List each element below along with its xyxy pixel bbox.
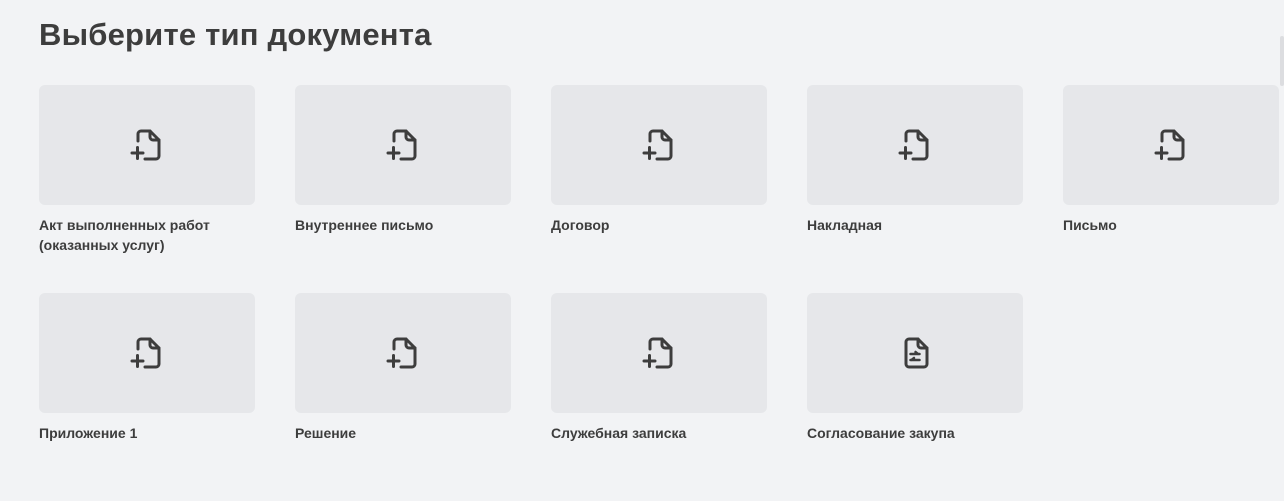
document-type-tile[interactable] bbox=[807, 85, 1023, 205]
document-type-label: Договор bbox=[551, 217, 610, 233]
file-plus-icon bbox=[130, 337, 161, 369]
document-type-tile[interactable] bbox=[295, 293, 511, 413]
document-type-grid: Акт выполненных работ (оказанных услуг) … bbox=[39, 85, 1279, 501]
document-type-tile[interactable] bbox=[551, 293, 767, 413]
file-plus-icon bbox=[898, 129, 929, 161]
document-type-label: Решение bbox=[295, 425, 357, 441]
document-type-card-appendix[interactable]: Приложение 1 bbox=[39, 293, 255, 501]
document-type-card-memo[interactable]: Служебная записка bbox=[551, 293, 767, 501]
document-type-card-letter[interactable]: Письмо bbox=[1063, 85, 1279, 293]
scrollbar[interactable] bbox=[1280, 36, 1284, 86]
document-type-tile[interactable] bbox=[39, 293, 255, 413]
document-type-label: Письмо bbox=[1063, 217, 1117, 233]
document-type-tile[interactable] bbox=[1063, 85, 1279, 205]
document-type-label: Согласование закупа bbox=[807, 425, 955, 441]
file-plus-icon bbox=[386, 129, 417, 161]
page-title: Выберите тип документа bbox=[39, 17, 432, 52]
document-type-card-contract[interactable]: Договор bbox=[551, 85, 767, 293]
file-settings-icon bbox=[904, 337, 929, 369]
file-plus-icon bbox=[386, 337, 417, 369]
document-type-card-purchase-approval[interactable]: Согласование закупа bbox=[807, 293, 1023, 501]
file-plus-icon bbox=[642, 129, 673, 161]
document-type-label: Накладная bbox=[807, 217, 883, 233]
document-type-card-act[interactable]: Акт выполненных работ (оказанных услуг) bbox=[39, 85, 255, 293]
document-type-card-decision[interactable]: Решение bbox=[295, 293, 511, 501]
file-plus-icon bbox=[130, 129, 161, 161]
file-plus-icon bbox=[1154, 129, 1185, 161]
document-type-label: Служебная записка bbox=[551, 425, 687, 441]
document-type-card-internal-letter[interactable]: Внутреннее письмо bbox=[295, 85, 511, 293]
document-type-tile[interactable] bbox=[807, 293, 1023, 413]
document-type-label: Внутреннее письмо bbox=[295, 217, 434, 233]
file-plus-icon bbox=[642, 337, 673, 369]
document-type-tile[interactable] bbox=[295, 85, 511, 205]
document-type-label: Приложение 1 bbox=[39, 425, 138, 441]
document-type-tile[interactable] bbox=[551, 85, 767, 205]
document-type-card-invoice[interactable]: Накладная bbox=[807, 85, 1023, 293]
document-type-label: Акт выполненных работ (оказанных услуг) bbox=[39, 217, 210, 253]
document-type-tile[interactable] bbox=[39, 85, 255, 205]
